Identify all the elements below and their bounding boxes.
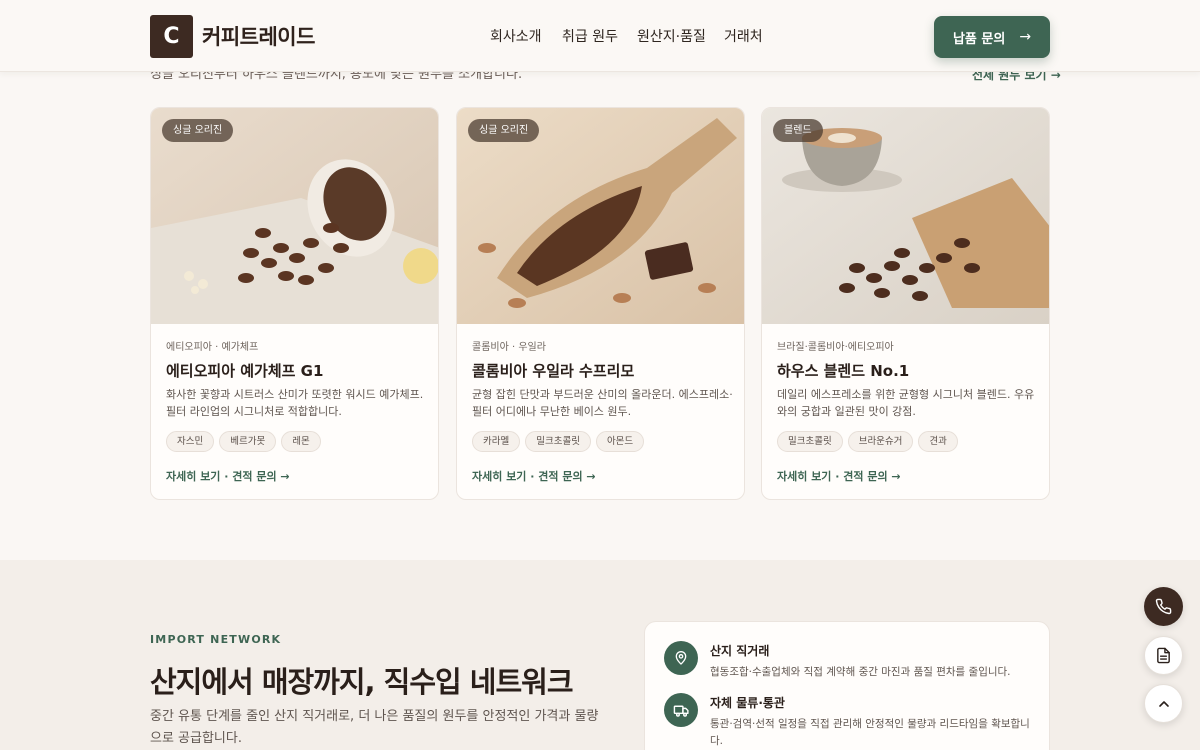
section-eyebrow: IMPORT NETWORK	[150, 633, 282, 646]
site-header: C 커피트레이드 회사소개 취급 원두 원산지·품질 거래처 납품 문의 →	[0, 0, 1200, 72]
feature-description: 협동조합·수출업체와 직접 계약해 중간 마진과 품질 편차를 줄입니다.	[710, 666, 1011, 678]
supply-inquiry-label: 납품 문의	[952, 31, 1006, 47]
product-detail-link[interactable]: 자세히 보기 · 견적 문의 →	[777, 468, 901, 484]
nav-item-origin-quality[interactable]: 원산지·품질	[637, 26, 706, 46]
product-badge: 싱글 오리진	[468, 119, 540, 142]
flavor-tag: 아몬드	[595, 431, 645, 452]
flavor-tag: 브라운슈거	[847, 431, 914, 452]
flavor-tag: 자스민	[166, 431, 215, 452]
product-card[interactable]: 싱글 오리진 콜롬비아 · 우일라 콜롬비아 우일라 수프리모 균형 잡힌 단맛…	[456, 107, 745, 500]
flavor-tags: 자스민 베르가못 레몬	[166, 431, 321, 452]
document-button[interactable]	[1144, 636, 1183, 675]
map-pin-icon	[664, 641, 698, 675]
flavor-tags: 카라멜 밀크초콜릿 아몬드	[472, 431, 645, 452]
flavor-tag: 베르가못	[219, 431, 277, 452]
flavor-tag: 견과	[918, 431, 958, 452]
product-origin: 콜롬비아 · 우일라	[472, 342, 546, 353]
flavor-tag: 레몬	[281, 431, 321, 452]
feature-card: 산지 직거래 협동조합·수출업체와 직접 계약해 중간 마진과 품질 편차를 줄…	[644, 621, 1050, 750]
product-description: 데일리 에스프레소를 위한 균형형 시그니처 블렌드. 우유와의 궁합과 일관된…	[777, 388, 1035, 418]
feature-description: 통관·검역·선적 일정을 직접 관리해 안정적인 물량과 리드타임을 확보합니다…	[710, 718, 1030, 747]
product-detail-link[interactable]: 자세히 보기 · 견적 문의 →	[166, 468, 290, 484]
scroll-top-button[interactable]	[1144, 684, 1183, 723]
product-detail-link[interactable]: 자세히 보기 · 견적 문의 →	[472, 468, 596, 484]
call-button[interactable]	[1144, 587, 1183, 626]
section-title: 산지에서 매장까지, 직수입 네트워크	[150, 665, 574, 699]
product-origin: 에티오피아 · 예가체프	[166, 342, 259, 353]
import-network-section: IMPORT NETWORK 산지에서 매장까지, 직수입 네트워크 중간 유통…	[0, 560, 1200, 750]
truck-icon	[664, 693, 698, 727]
nav-item-clients[interactable]: 거래처	[724, 26, 763, 46]
phone-icon	[1155, 598, 1172, 615]
flavor-tag: 밀크초콜릿	[525, 431, 591, 452]
product-name: 하우스 블렌드 No.1	[777, 362, 910, 380]
product-badge: 싱글 오리진	[162, 119, 234, 142]
flavor-tag: 카라멜	[472, 431, 521, 452]
product-origin: 브라질·콜롬비아·에티오피아	[777, 342, 894, 353]
product-description: 균형 잡힌 단맛과 부드러운 산미의 올라운더. 에스프레소·필터 어디에나 무…	[472, 388, 733, 418]
product-description: 화사한 꽃향과 시트러스 산미가 또렷한 워시드 예가체프. 필터 라인업의 시…	[166, 388, 424, 418]
document-icon	[1157, 647, 1170, 664]
nav-item-about[interactable]: 회사소개	[490, 26, 542, 46]
product-card[interactable]: 블렌드 브라질·콜롬비아·에티오피아 하우스 블렌드 No.1 데일리 에스프레…	[761, 107, 1050, 500]
feature-title: 산지 직거래	[710, 644, 770, 658]
feature-title: 자체 물류·통관	[710, 696, 785, 710]
flavor-tags: 밀크초콜릿 브라운슈거 견과	[777, 431, 958, 452]
nav-item-beans[interactable]: 취급 원두	[562, 26, 618, 46]
section-description: 중간 유통 단계를 줄인 산지 직거래로, 더 나은 품질의 원두를 안정적인 …	[150, 709, 599, 746]
flavor-tag: 밀크초콜릿	[777, 431, 843, 452]
supply-inquiry-button[interactable]: 납품 문의 →	[934, 16, 1050, 58]
chevron-up-icon	[1158, 700, 1169, 707]
product-card[interactable]: 싱글 오리진 에티오피아 · 예가체프 에티오피아 예가체프 G1 화사한 꽃향…	[150, 107, 439, 500]
arrow-right-icon: →	[1019, 29, 1032, 45]
product-name: 에티오피아 예가체프 G1	[166, 362, 324, 380]
product-badge: 블렌드	[773, 119, 823, 142]
product-name: 콜롬비아 우일라 수프리모	[472, 362, 635, 380]
